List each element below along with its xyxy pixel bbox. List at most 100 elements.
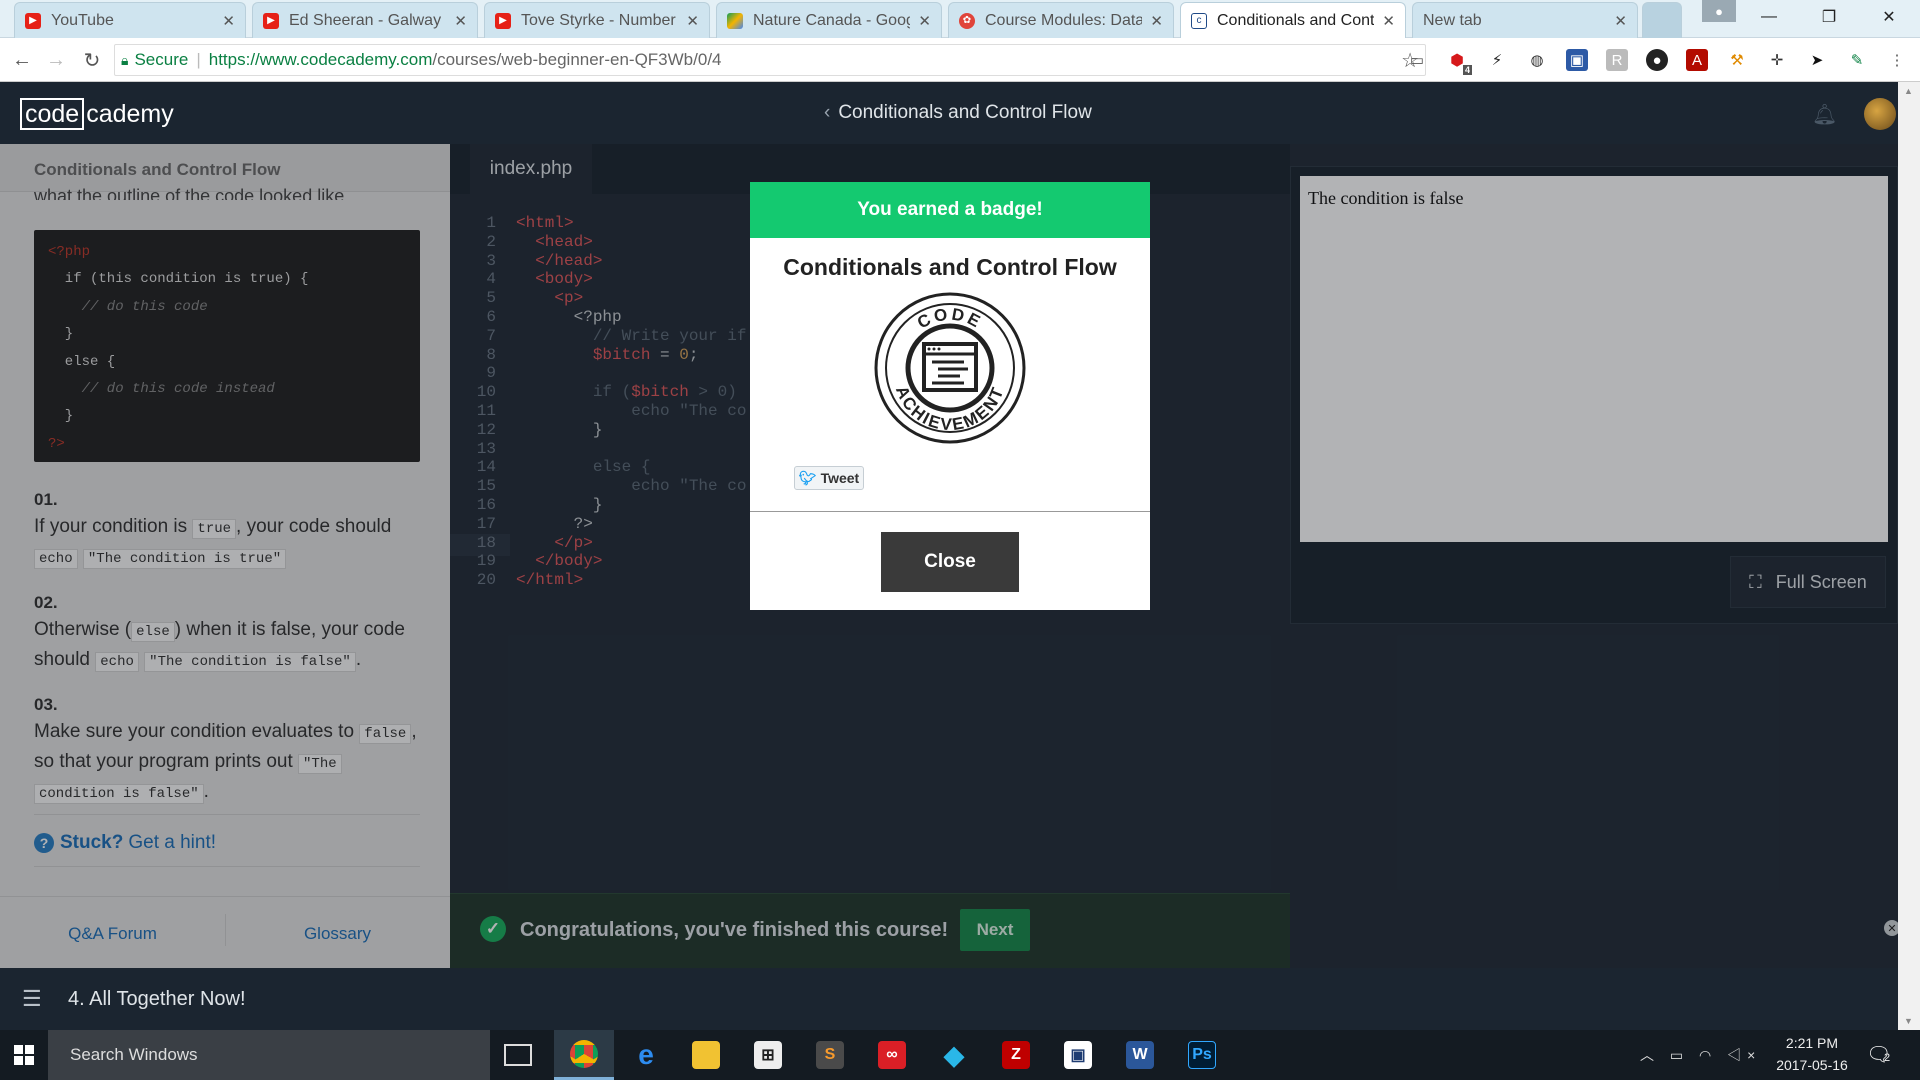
taskbar-filezilla[interactable]: Z bbox=[986, 1030, 1046, 1080]
close-tab-icon[interactable]: ✕ bbox=[454, 12, 467, 30]
restore-icon[interactable]: ❐ bbox=[1800, 0, 1858, 34]
lesson-title: Conditionals and Control Flow bbox=[838, 102, 1092, 123]
tab-title: Conditionals and Contr bbox=[1217, 11, 1375, 29]
taskbar-explorer[interactable] bbox=[676, 1030, 736, 1080]
taskbar-store[interactable]: ⊞ bbox=[738, 1030, 798, 1080]
avatar[interactable] bbox=[1864, 98, 1896, 130]
folder-icon bbox=[692, 1041, 720, 1069]
globe-icon[interactable]: ◍ bbox=[1526, 49, 1548, 71]
codecademy-logo[interactable]: code cademy bbox=[20, 98, 174, 130]
reader-icon[interactable]: R bbox=[1606, 49, 1628, 71]
lightning-icon[interactable]: ⚡︎ bbox=[1486, 49, 1508, 71]
menu-dots-icon[interactable]: ⋮ bbox=[1886, 49, 1908, 71]
logo-cademy: cademy bbox=[86, 99, 174, 128]
crosshair-icon[interactable]: ✛ bbox=[1766, 49, 1788, 71]
youtube-icon: ▶ bbox=[263, 12, 279, 29]
browser-tab-active[interactable]: c Conditionals and Contr ✕ bbox=[1180, 2, 1406, 38]
chrome-icon bbox=[570, 1039, 598, 1068]
close-tab-icon[interactable]: ✕ bbox=[1614, 12, 1627, 30]
taskbar-app[interactable]: ▣ bbox=[1048, 1030, 1108, 1080]
adblock-icon[interactable]: ⬢ 4 bbox=[1446, 49, 1472, 75]
close-tab-icon[interactable]: ✕ bbox=[1150, 12, 1163, 30]
sublime-icon: S bbox=[816, 1041, 844, 1069]
youtube-icon: ▶ bbox=[495, 12, 511, 29]
google-drive-icon bbox=[727, 12, 743, 29]
action-center-icon[interactable]: 🗨︎ 2 bbox=[1866, 1042, 1891, 1067]
taskbar-edge[interactable]: e bbox=[616, 1030, 676, 1080]
twitter-icon: 🐦︎ bbox=[798, 469, 817, 486]
chevron-left-icon: ‹ bbox=[824, 102, 831, 123]
course-nav-bar: ☰ 4. All Together Now! bbox=[0, 968, 1898, 1030]
tab-title: New tab bbox=[1423, 11, 1482, 29]
modal-title: Conditionals and Control Flow bbox=[783, 254, 1117, 280]
browser-tab[interactable]: ▶ Tove Styrke - Number C ✕ bbox=[484, 2, 710, 38]
eyedropper-icon[interactable]: ✎ bbox=[1846, 49, 1868, 71]
task-view-icon[interactable] bbox=[504, 1044, 532, 1066]
minimize-icon[interactable]: — bbox=[1740, 0, 1798, 34]
close-tab-icon[interactable]: ✕ bbox=[1382, 12, 1395, 30]
tab-title: Tove Styrke - Number C bbox=[521, 11, 679, 29]
codecademy-icon: c bbox=[1191, 12, 1207, 29]
notification-bell-icon[interactable]: 🔔︎ bbox=[1812, 102, 1837, 127]
url-host: https://www.codecademy.com bbox=[208, 50, 433, 69]
browser-tab[interactable]: ✿ Course Modules: Datab ✕ bbox=[948, 2, 1174, 38]
close-button[interactable]: Close bbox=[881, 532, 1019, 592]
taskbar-sublime[interactable]: S bbox=[800, 1030, 860, 1080]
taskbar-kodi[interactable]: ◆ bbox=[924, 1030, 984, 1080]
taskbar-chrome[interactable] bbox=[554, 1030, 614, 1080]
windows-start-icon[interactable] bbox=[14, 1045, 34, 1065]
tools-icon[interactable]: ⚒︎ bbox=[1726, 49, 1748, 71]
pdf-icon[interactable]: A bbox=[1686, 49, 1708, 71]
menu-icon[interactable]: ☰ bbox=[22, 986, 42, 1012]
close-tab-icon[interactable]: ✕ bbox=[918, 12, 931, 30]
clock-date[interactable]: 2017-05-16 bbox=[1762, 1057, 1862, 1073]
url-path: /courses/web-beginner-en-QF3Wb/0/4 bbox=[432, 50, 722, 69]
reload-icon[interactable]: ↻ bbox=[78, 46, 106, 74]
taskbar-word[interactable]: W bbox=[1110, 1030, 1170, 1080]
tab-title: Ed Sheeran - Galway Gi bbox=[289, 11, 447, 29]
taskbar-creative-cloud[interactable]: ∞ bbox=[862, 1030, 922, 1080]
page-scrollbar[interactable]: ▲ ▼ bbox=[1898, 82, 1920, 1030]
record-icon[interactable]: ● bbox=[1646, 49, 1668, 71]
logo-code: code bbox=[20, 98, 85, 130]
close-tab-icon[interactable]: ✕ bbox=[686, 12, 699, 30]
tab-title: Course Modules: Datab bbox=[985, 11, 1143, 29]
browser-tab[interactable]: Nature Canada - Googl ✕ bbox=[716, 2, 942, 38]
pointer-icon[interactable]: ➤ bbox=[1806, 49, 1828, 71]
forward-icon[interactable]: → bbox=[42, 46, 70, 74]
search-box[interactable]: Search Windows bbox=[48, 1030, 490, 1080]
user-profile-icon[interactable]: ● bbox=[1702, 0, 1736, 22]
ext-badge: 4 bbox=[1462, 65, 1472, 75]
address-bar[interactable]: 🔒︎ Secure | https://www.codecademy.com /… bbox=[114, 44, 1426, 76]
tray-icons[interactable]: ︿ ▭ ◠ ◁× bbox=[1640, 1045, 1761, 1065]
secure-label: Secure bbox=[134, 50, 189, 69]
kodi-icon: ◆ bbox=[944, 1039, 964, 1070]
browser-tab-strip: ▶ YouTube ✕ ▶ Ed Sheeran - Galway Gi ✕ ▶… bbox=[0, 0, 1920, 38]
badge-modal: You earned a badge! Conditionals and Con… bbox=[750, 182, 1150, 610]
edge-icon: e bbox=[638, 1039, 654, 1070]
browser-tab[interactable]: ▶ YouTube ✕ bbox=[14, 2, 246, 38]
back-icon[interactable]: ← bbox=[8, 46, 36, 74]
app-header: code cademy ‹ Conditionals and Control F… bbox=[0, 82, 1898, 144]
code-achievement-badge-icon: CODE ACHIEVEMENT bbox=[874, 292, 1026, 444]
browser-tab[interactable]: New tab ✕ bbox=[1412, 2, 1638, 38]
unit-title[interactable]: 4. All Together Now! bbox=[68, 988, 246, 1011]
lesson-title-nav[interactable]: ‹ Conditionals and Control Flow bbox=[824, 102, 1092, 124]
word-ext-icon[interactable]: ▣ bbox=[1566, 49, 1588, 71]
taskbar-photoshop[interactable]: Ps bbox=[1172, 1030, 1232, 1080]
browser-toolbar: ← → ↻ 🔒︎ Secure | https://www.codecademy… bbox=[0, 38, 1920, 82]
creative-cloud-icon: ∞ bbox=[878, 1041, 906, 1069]
filezilla-icon: Z bbox=[1002, 1041, 1030, 1069]
tab-title: Nature Canada - Googl bbox=[753, 11, 911, 29]
tab-title: YouTube bbox=[51, 11, 114, 29]
clock-time[interactable]: 2:21 PM bbox=[1762, 1035, 1862, 1051]
new-tab-button[interactable] bbox=[1642, 2, 1682, 38]
notification-count: 2 bbox=[1884, 1052, 1891, 1064]
close-tab-icon[interactable]: ✕ bbox=[222, 12, 235, 30]
cast-icon[interactable]: ▭ bbox=[1406, 49, 1428, 71]
close-window-icon[interactable]: ✕ bbox=[1860, 0, 1918, 34]
tweet-button[interactable]: 🐦︎ Tweet bbox=[794, 466, 864, 490]
course-icon: ✿ bbox=[959, 12, 975, 29]
tweet-label: Tweet bbox=[820, 470, 860, 486]
browser-tab[interactable]: ▶ Ed Sheeran - Galway Gi ✕ bbox=[252, 2, 478, 38]
